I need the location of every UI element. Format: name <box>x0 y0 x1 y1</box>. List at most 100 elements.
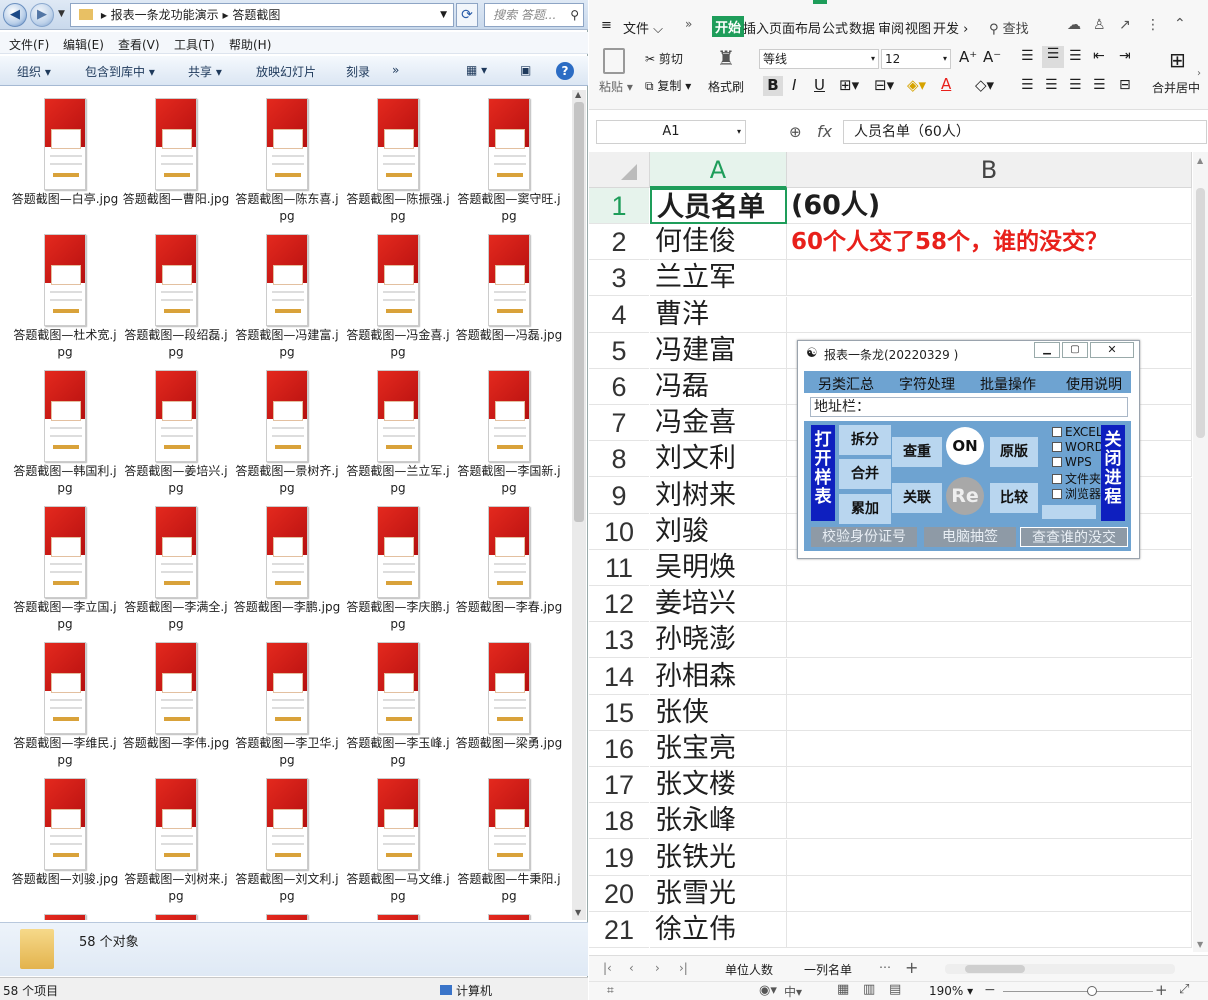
minimize-button[interactable]: ▁ <box>1034 342 1060 358</box>
more-button[interactable]: » <box>392 63 399 77</box>
row-header[interactable]: 6 <box>589 369 649 405</box>
file-item[interactable]: 答题截图—窦守旺.jpg <box>455 90 563 225</box>
file-menu[interactable]: 文件 ⌵ <box>623 18 663 37</box>
macro-icon[interactable]: ⌗ <box>607 983 614 998</box>
first-sheet-icon[interactable]: |‹ <box>603 961 612 975</box>
cell-b[interactable] <box>787 658 1192 695</box>
file-item[interactable]: 答题截图—李国新.jpg <box>455 362 563 497</box>
cloud-icon[interactable]: ☁ <box>1067 17 1081 33</box>
cut-button[interactable]: ✂ 剪切 <box>645 50 683 67</box>
function-icon[interactable]: fx <box>817 122 832 141</box>
increase-font-icon[interactable]: A⁺ <box>959 48 977 66</box>
cell-a[interactable]: 冯金喜 <box>650 405 787 442</box>
burn-button[interactable]: 刻录 <box>346 63 370 80</box>
font-name-select[interactable]: 等线 ▾ <box>759 49 879 69</box>
refresh-button[interactable]: ⟳ <box>456 3 478 27</box>
row-header[interactable]: 16 <box>589 731 649 767</box>
more-tabs-icon[interactable]: » <box>685 17 692 31</box>
check-missing-button[interactable]: 查查谁的没交 <box>1020 527 1128 547</box>
sheet-tab[interactable]: 单位人数 <box>725 961 773 978</box>
link-button[interactable]: 关联 <box>892 483 942 513</box>
cell-a[interactable]: 刘树来 <box>650 477 787 514</box>
row-header[interactable]: 12 <box>589 586 649 623</box>
cell-b[interactable] <box>787 875 1192 912</box>
zoom-slider-thumb[interactable] <box>1087 986 1097 996</box>
format-painter-button[interactable]: 格式刷 <box>708 78 744 95</box>
slideshow-button[interactable]: 放映幻灯片 <box>256 63 316 80</box>
distribute-icon[interactable]: ⊟ <box>1119 77 1131 93</box>
computer-draw-button[interactable]: 电脑抽签 <box>924 527 1016 547</box>
cell-a[interactable]: 刘文利 <box>650 441 787 478</box>
paste-button[interactable]: 粘贴 ▾ <box>599 78 633 95</box>
cell-a[interactable]: 张永峰 <box>650 803 787 840</box>
cell-a[interactable]: 孙晓澎 <box>650 622 787 659</box>
scroll-down-icon[interactable]: ▼ <box>575 908 581 917</box>
cell-b[interactable] <box>787 260 1192 297</box>
row-header[interactable]: 4 <box>589 296 649 333</box>
paste-icon[interactable] <box>603 48 625 74</box>
file-item[interactable]: 答题截图—杜术宽.jpg <box>11 226 119 361</box>
verify-id-button[interactable]: 校验身份证号 <box>811 527 917 547</box>
file-item[interactable] <box>455 906 563 920</box>
file-item[interactable]: 答题截图—姜培兴.jpg <box>122 362 230 497</box>
tab-developer[interactable]: 开发 › <box>933 18 968 37</box>
file-item[interactable]: 答题截图—段绍磊.jpg <box>122 226 230 361</box>
page-break-view-icon[interactable]: ▥ <box>863 982 875 997</box>
open-sample-button[interactable]: 打开样表 <box>811 425 835 521</box>
original-button[interactable]: 原版 <box>990 437 1038 467</box>
file-item[interactable]: 答题截图—刘树来.jpg <box>122 770 230 905</box>
tab-insert[interactable]: 插入 <box>743 18 769 37</box>
menu-file[interactable]: 文件(F) <box>9 36 49 53</box>
zoom-level[interactable]: 190% ▾ <box>929 984 973 998</box>
check-excel[interactable]: EXCEL <box>1052 425 1103 439</box>
history-dropdown-icon[interactable]: ▼ <box>58 9 65 19</box>
file-item[interactable] <box>344 906 452 920</box>
menu-instructions[interactable]: 使用说明 <box>1066 374 1122 394</box>
sheet-tab[interactable]: 一列名单 <box>804 961 852 978</box>
cell-b[interactable]: (60人) <box>787 188 1192 224</box>
cell-a[interactable]: 孙相森 <box>650 658 787 695</box>
breadcrumb-item[interactable]: 答题截图 <box>232 8 280 22</box>
search-input[interactable]: 搜索 答题... ⚲ <box>484 3 584 27</box>
copy-button[interactable]: ⧉ 复制 ▾ <box>645 77 691 94</box>
file-item[interactable]: 答题截图—陈振强.jpg <box>344 90 452 225</box>
forward-button[interactable]: ▶ <box>30 3 54 27</box>
include-in-library-button[interactable]: 包含到库中 ▾ <box>85 63 155 80</box>
fill-color-icon[interactable]: ◈▾ <box>907 76 926 94</box>
menu-string-processing[interactable]: 字符处理 <box>899 374 955 394</box>
menu-view[interactable]: 查看(V) <box>118 36 160 53</box>
plugin-address-field[interactable]: 地址栏： <box>810 397 1128 417</box>
sheet-hscroll[interactable] <box>945 964 1175 974</box>
cell-b[interactable] <box>787 912 1192 948</box>
row-header[interactable]: 14 <box>589 658 649 695</box>
hscroll-thumb[interactable] <box>965 965 1025 973</box>
file-item[interactable] <box>122 906 230 920</box>
row-header[interactable]: 2 <box>589 224 649 261</box>
file-item[interactable]: 答题截图—韩国利.jpg <box>11 362 119 497</box>
close-button[interactable]: ✕ <box>1090 342 1134 358</box>
eye-protection-icon[interactable]: ◉▾ <box>759 983 777 998</box>
file-item[interactable]: 答题截图—冯金喜.jpg <box>344 226 452 361</box>
cell-a[interactable]: 张侠 <box>650 694 787 731</box>
cell-b[interactable] <box>787 767 1192 804</box>
row-header[interactable]: 7 <box>589 405 649 442</box>
file-item[interactable]: 答题截图—李鹏.jpg <box>233 498 341 633</box>
scroll-thumb[interactable] <box>574 102 584 522</box>
menu-edit[interactable]: 编辑(E) <box>63 36 104 53</box>
tab-review[interactable]: 审阅 <box>878 18 904 37</box>
row-header[interactable]: 19 <box>589 839 649 876</box>
column-header-b[interactable]: B <box>787 152 1192 188</box>
check-word[interactable]: WORD <box>1052 440 1104 454</box>
format-painter-icon[interactable]: ♜ <box>717 46 735 70</box>
compare-button[interactable]: 比较 <box>990 483 1038 513</box>
file-item[interactable]: 答题截图—牛秉阳.jpg <box>455 770 563 905</box>
cell-a[interactable]: 兰立军 <box>650 260 787 297</box>
cell-b[interactable] <box>787 731 1192 767</box>
ribbon-scroll-icon[interactable]: › <box>1197 68 1201 79</box>
language-icon[interactable]: 中▾ <box>784 983 802 1000</box>
zoom-slider[interactable] <box>1003 991 1153 992</box>
file-item[interactable]: 答题截图—刘骏.jpg <box>11 770 119 905</box>
cell-a[interactable]: 张雪光 <box>650 875 787 912</box>
help-icon[interactable]: ? <box>556 62 574 80</box>
dedupe-button[interactable]: 查重 <box>892 437 942 467</box>
